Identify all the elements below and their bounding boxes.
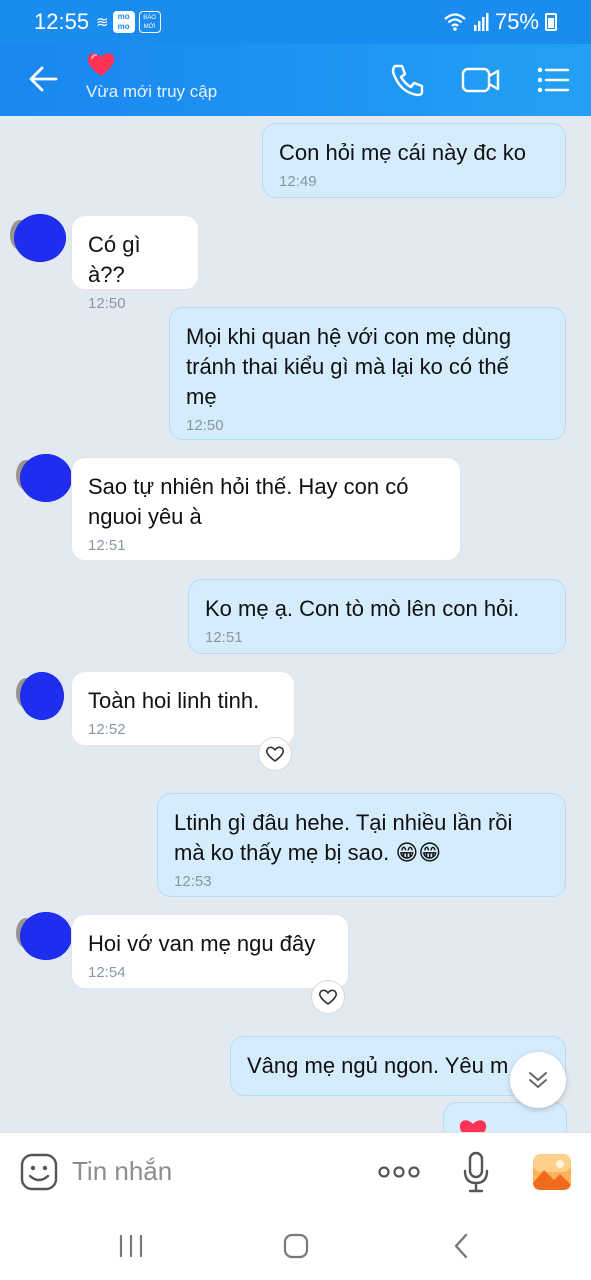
message-bubble-incoming[interactable]: Có gì à?? 12:50 bbox=[71, 215, 199, 312]
message-bubble-incoming[interactable]: Hoi vớ van mẹ ngu đây 12:54 bbox=[71, 914, 349, 989]
message-bubble-outgoing[interactable]: Con hỏi mẹ cái này đc ko 12:49 bbox=[262, 123, 566, 198]
message-text: Vâng mẹ ngủ ngon. Yêu m bbox=[247, 1053, 509, 1078]
battery-icon bbox=[545, 13, 557, 31]
message-composer bbox=[0, 1132, 591, 1208]
heart-sticker-icon bbox=[459, 1120, 487, 1132]
message-bubble-incoming[interactable]: Toàn hoi linh tinh. 12:52 bbox=[71, 671, 295, 746]
message-time: 12:54 bbox=[88, 964, 126, 981]
last-seen-status: Vừa mới truy cập bbox=[86, 82, 218, 101]
message-time: 12:50 bbox=[186, 417, 224, 434]
message-time: 12:49 bbox=[279, 173, 317, 190]
message-text: Ltinh gì đâu hehe. Tại nhiều lần rồi mà … bbox=[174, 810, 513, 865]
status-notification-icons: ≋ mo mo BÁO MỚI bbox=[96, 11, 161, 33]
message-text: Mọi khi quan hệ với con mẹ dùng tránh th… bbox=[186, 324, 512, 409]
heart-outline-icon bbox=[265, 746, 285, 762]
message-bubble-outgoing[interactable]: Ko mẹ ạ. Con tò mò lên con hỏi. 12:51 bbox=[188, 579, 566, 654]
system-nav-bar bbox=[0, 1208, 591, 1280]
avatar[interactable] bbox=[16, 672, 64, 720]
reaction-button[interactable] bbox=[258, 737, 292, 771]
back-arrow-icon[interactable] bbox=[26, 62, 60, 96]
avatar[interactable] bbox=[16, 912, 72, 960]
message-text: Ko mẹ ạ. Con tò mò lên con hỏi. bbox=[205, 596, 520, 621]
cell-signal-icon bbox=[473, 13, 489, 31]
avatar[interactable] bbox=[10, 214, 66, 262]
reaction-button[interactable] bbox=[311, 980, 345, 1014]
wifi-icon bbox=[444, 13, 466, 31]
message-text: Toàn hoi linh tinh. bbox=[88, 688, 260, 713]
message-time: 12:52 bbox=[88, 721, 126, 738]
message-time: 12:51 bbox=[205, 629, 243, 646]
image-gallery-icon[interactable] bbox=[532, 1153, 572, 1191]
message-bubble-incoming[interactable]: Sao tự nhiên hỏi thế. Hay con có nguoi y… bbox=[71, 457, 461, 561]
message-time: 12:53 bbox=[174, 873, 212, 890]
scroll-to-bottom-button[interactable] bbox=[510, 1052, 566, 1108]
baomoi-icon: BÁO MỚI bbox=[138, 11, 161, 33]
message-bubble-outgoing-partial[interactable] bbox=[443, 1102, 567, 1132]
message-text: Sao tự nhiên hỏi thế. Hay con có nguoi y… bbox=[88, 474, 409, 529]
heart-outline-icon bbox=[318, 989, 338, 1005]
more-options-icon[interactable] bbox=[378, 1157, 420, 1187]
microphone-icon[interactable] bbox=[462, 1151, 490, 1193]
message-time: 12:51 bbox=[88, 537, 126, 554]
nav-back-icon[interactable] bbox=[446, 1230, 478, 1262]
emoji-icon[interactable] bbox=[20, 1153, 58, 1191]
message-text: Có gì à?? bbox=[88, 232, 147, 287]
video-call-icon[interactable] bbox=[461, 62, 501, 98]
phone-call-icon[interactable] bbox=[388, 62, 426, 98]
heart-icon[interactable] bbox=[86, 50, 116, 78]
status-right: 75% bbox=[443, 9, 557, 35]
battery-percent: 75% bbox=[494, 9, 539, 34]
menu-list-icon[interactable] bbox=[536, 62, 570, 98]
status-time: 12:55 bbox=[34, 9, 90, 34]
home-icon[interactable] bbox=[280, 1230, 312, 1262]
avatar[interactable] bbox=[16, 454, 72, 502]
double-chevron-down-icon bbox=[529, 1072, 547, 1088]
message-text: Hoi vớ van mẹ ngu đây bbox=[88, 931, 316, 956]
chat-header: Vừa mới truy cập bbox=[0, 44, 591, 116]
signal-wave-icon: ≋ bbox=[96, 14, 109, 31]
message-bubble-outgoing[interactable]: Mọi khi quan hệ với con mẹ dùng tránh th… bbox=[169, 307, 566, 440]
message-time: 12:50 bbox=[88, 295, 126, 312]
momo-icon: mo mo bbox=[112, 11, 135, 33]
message-input[interactable] bbox=[72, 1153, 352, 1189]
message-bubble-outgoing[interactable]: Ltinh gì đâu hehe. Tại nhiều lần rồi mà … bbox=[157, 793, 566, 897]
message-text: Con hỏi mẹ cái này đc ko bbox=[279, 140, 527, 165]
status-bar: 12:55 ≋ mo mo BÁO MỚI 75% bbox=[0, 0, 591, 44]
recent-apps-icon[interactable] bbox=[115, 1230, 147, 1262]
message-list[interactable]: Con hỏi mẹ cái này đc ko 12:49 Có gì à??… bbox=[0, 116, 591, 1132]
